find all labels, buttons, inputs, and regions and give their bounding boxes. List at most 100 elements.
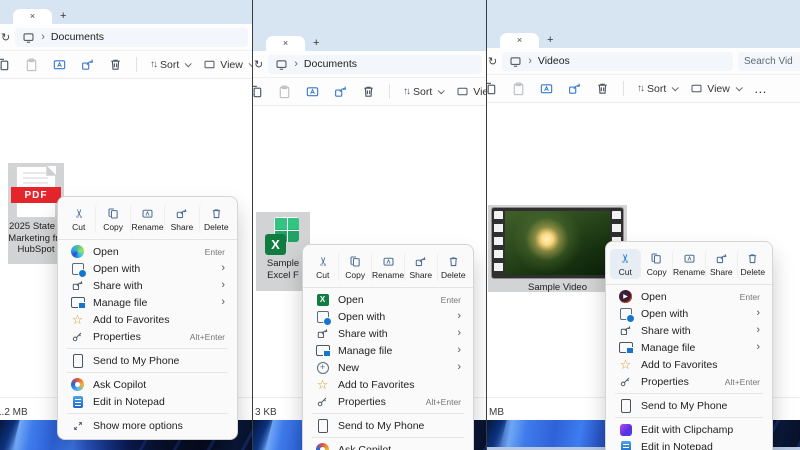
delete-icon[interactable] (361, 84, 376, 99)
menu-item-open-with[interactable]: Open with› (62, 260, 233, 277)
view-button[interactable]: View (203, 58, 253, 71)
notepad-icon (73, 396, 83, 408)
menu-item-send-to-phone[interactable]: Send to My Phone (610, 397, 768, 414)
rename-button[interactable]: Rename (672, 249, 705, 279)
menu-item-edit-in-notepad[interactable]: Edit in Notepad (62, 393, 233, 410)
explorer-tab[interactable]: × (266, 36, 305, 51)
delete-button[interactable]: Delete (437, 252, 469, 282)
paste-icon[interactable] (277, 84, 292, 99)
scissors-icon: ✂ (619, 253, 632, 263)
delete-icon[interactable] (595, 81, 610, 96)
refresh-icon[interactable]: ↻ (488, 55, 497, 68)
view-button[interactable]: View (690, 82, 741, 95)
cut-button[interactable]: ✂Cut (307, 252, 338, 282)
menu-item-manage-file[interactable]: Manage file› (62, 294, 233, 311)
paste-icon[interactable] (24, 57, 39, 72)
share-button[interactable]: Share (404, 252, 436, 282)
sort-button[interactable]: ↑↓ Sort (637, 83, 677, 95)
cut-button[interactable]: ✂Cut (62, 204, 95, 234)
menu-item-send-to-phone[interactable]: Send to My Phone (307, 417, 469, 434)
menu-item-open-with[interactable]: Open with› (307, 308, 469, 325)
sort-label: Sort (413, 86, 432, 98)
menu-item-edit-in-notepad[interactable]: Edit in Notepad (610, 438, 768, 450)
menu-item-manage-file[interactable]: Manage file› (610, 339, 768, 356)
more-options-button[interactable]: … (754, 81, 768, 96)
sort-button[interactable]: ↑↓ Sort (403, 86, 443, 98)
chevron-right-icon: › (756, 325, 760, 336)
menu-item-share-with[interactable]: Share with› (610, 322, 768, 339)
cut-button[interactable]: ✂Cut (610, 249, 640, 279)
delete-button[interactable]: Delete (737, 249, 768, 279)
new-tab-button[interactable]: + (547, 32, 553, 48)
breadcrumb[interactable]: › Documents (15, 28, 248, 47)
menu-item-open[interactable]: OpenEnter (62, 243, 233, 260)
share-icon[interactable] (333, 84, 348, 99)
chevron-right-icon: › (457, 345, 461, 356)
copy-button[interactable]: Copy (95, 204, 129, 234)
refresh-icon[interactable]: ↻ (254, 58, 263, 71)
copy-icon[interactable] (253, 84, 264, 99)
share-file-icon (70, 278, 85, 293)
rename-icon[interactable] (52, 57, 67, 72)
paste-icon[interactable] (511, 81, 526, 96)
rename-icon[interactable] (305, 84, 320, 99)
view-icon (690, 82, 703, 95)
delete-button[interactable]: Delete (199, 204, 233, 234)
tab-close-icon[interactable]: × (30, 12, 35, 21)
menu-item-open[interactable]: XOpenEnter (307, 291, 469, 308)
phone-icon (318, 419, 328, 433)
menu-item-add-to-favorites[interactable]: ☆Add to Favorites (62, 311, 233, 328)
menu-separator (67, 348, 228, 349)
copy-button[interactable]: Copy (338, 252, 370, 282)
tab-close-icon[interactable]: × (283, 39, 288, 48)
breadcrumb[interactable]: › Videos (502, 52, 733, 71)
menu-item-share-with[interactable]: Share with› (62, 277, 233, 294)
share-icon[interactable] (567, 81, 582, 96)
breadcrumb[interactable]: › Documents (268, 55, 482, 74)
breadcrumb-folder[interactable]: Documents (51, 31, 104, 43)
menu-item-properties[interactable]: PropertiesAlt+Enter (307, 393, 469, 410)
file-tile-pdf[interactable]: PDF 2025 State o Marketing fro HubSpot (8, 163, 64, 264)
menu-item-add-to-favorites[interactable]: ☆Add to Favorites (610, 356, 768, 373)
menu-item-ask-copilot[interactable]: Ask Copilot (62, 376, 233, 393)
new-tab-button[interactable]: + (60, 8, 66, 24)
menu-item-open-with[interactable]: Open with› (610, 305, 768, 322)
menu-item-show-more-options[interactable]: Show more options (62, 417, 233, 434)
copy-button[interactable]: Copy (640, 249, 671, 279)
refresh-icon[interactable]: ↻ (1, 31, 10, 44)
sort-button[interactable]: ↑↓ Sort (150, 59, 190, 71)
menu-item-send-to-phone[interactable]: Send to My Phone (62, 352, 233, 369)
rename-icon[interactable] (539, 81, 554, 96)
explorer-tab[interactable]: × (500, 33, 539, 48)
search-placeholder: Search Vid (744, 56, 793, 67)
breadcrumb-folder[interactable]: Videos (538, 55, 570, 67)
menu-item-properties[interactable]: PropertiesAlt+Enter (62, 328, 233, 345)
menu-item-properties[interactable]: PropertiesAlt+Enter (610, 373, 768, 390)
new-tab-button[interactable]: + (313, 35, 319, 51)
menu-item-edit-with-clipchamp[interactable]: Edit with Clipchamp (610, 421, 768, 438)
tab-close-icon[interactable]: × (517, 36, 522, 45)
menu-item-new[interactable]: New› (307, 359, 469, 376)
menu-item-add-to-favorites[interactable]: ☆Add to Favorites (307, 376, 469, 393)
menu-item-ask-copilot[interactable]: Ask Copilot (307, 441, 469, 450)
menu-item-manage-file[interactable]: Manage file› (307, 342, 469, 359)
rename-button[interactable]: Rename (371, 252, 404, 282)
share-icon[interactable] (80, 57, 95, 72)
copy-icon[interactable] (487, 81, 498, 96)
toolbar-divider (389, 84, 390, 99)
share-button[interactable]: Share (164, 204, 198, 234)
menu-item-open[interactable]: ▶OpenEnter (610, 288, 768, 305)
status-size: 1.2 MB (0, 407, 28, 418)
chevron-right-icon: › (756, 342, 760, 353)
new-icon (317, 362, 329, 374)
menu-item-share-with[interactable]: Share with› (307, 325, 469, 342)
rename-button[interactable]: Rename (130, 204, 164, 234)
explorer-tab[interactable]: × (13, 9, 52, 24)
view-button[interactable]: View (456, 85, 487, 98)
delete-icon[interactable] (108, 57, 123, 72)
breadcrumb-folder[interactable]: Documents (304, 58, 357, 70)
search-input[interactable]: Search Vid (738, 52, 800, 71)
window-titlebar (0, 0, 252, 8)
share-button[interactable]: Share (705, 249, 736, 279)
copy-icon[interactable] (0, 57, 11, 72)
